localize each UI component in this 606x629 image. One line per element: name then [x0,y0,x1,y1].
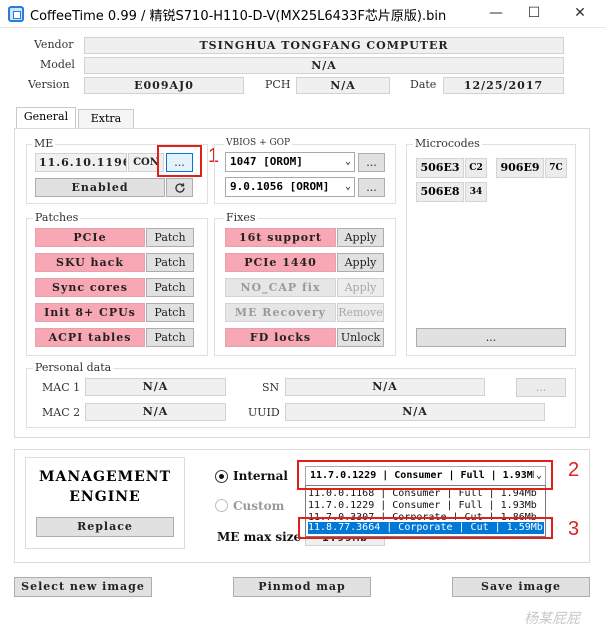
vbios-browse-button[interactable]: ... [358,153,385,172]
version-field: E009AJ0 [84,77,244,94]
vendor-field: TSINGHUA TONGFANG COMPUTER [84,37,564,54]
me-refresh-button[interactable] [166,178,193,197]
mac2-label: MAC 2 [42,406,81,419]
gop-select-value: 9.0.1056 [OROM] [230,180,330,193]
microcode-item-sub: 34 [465,182,487,202]
annotation-number-3: 3 [568,518,580,540]
date-field: 12/25/2017 [443,77,564,94]
personal-data-title: Personal data [33,361,114,374]
mac2-field: N/A [85,403,226,421]
fix-button: Apply [337,278,384,297]
fix-button[interactable]: Apply [337,228,384,247]
window-title: CoffeeTime 0.99 / 精锐S710-H110-D-V(MX25L6… [30,9,447,24]
microcode-item-sub: 7C [545,158,567,178]
pch-field: N/A [296,77,390,94]
fix-button[interactable]: Apply [337,253,384,272]
pinmod-map-button[interactable]: Pinmod map [233,577,371,597]
annotation-number-2: 2 [568,459,580,481]
mac1-label: MAC 1 [42,381,81,394]
personal-more-button: ... [516,378,566,397]
patch-name: Sync cores [35,278,145,297]
fix-name: PCIe 1440 [225,253,336,272]
date-label: Date [410,78,437,91]
vbios-select-value: 1047 [OROM] [230,155,303,168]
gop-select[interactable]: 9.0.1056 [OROM] ⌄ [225,177,355,197]
custom-label: Custom [233,499,285,513]
microcode-item[interactable]: 906E9 [496,158,544,178]
me-engine-title-2: ENGINE [69,489,141,505]
annotation-box-3 [298,517,553,539]
fix-name: ME Recovery [225,303,336,322]
me-group-title: ME [32,137,56,150]
microcodes-group-title: Microcodes [413,137,482,150]
me-engine-title-1: MANAGEMENT [38,469,172,485]
save-image-button[interactable]: Save image [452,577,590,597]
gop-browse-button[interactable]: ... [358,178,385,197]
sn-field: N/A [285,378,485,396]
fix-name: 16t support [225,228,336,247]
maximize-button[interactable]: ☐ [516,0,552,28]
minimize-button[interactable]: — [478,0,514,28]
tab-general[interactable]: General [16,107,76,129]
version-label: Version [28,78,70,91]
fixes-group-title: Fixes [224,211,258,224]
mac1-field: N/A [85,378,226,396]
uuid-field: N/A [285,403,545,421]
custom-radio [215,499,228,512]
watermark: 杨某屁屁 [524,611,580,627]
microcode-item[interactable]: 506E8 [416,182,464,202]
vbios-group-title: VBIOS + GOP [224,138,293,148]
pch-label: PCH [265,78,291,91]
tab-extra[interactable]: Extra [78,109,134,129]
annotation-box-2 [297,460,553,490]
select-new-image-button[interactable]: Select new image [14,577,152,597]
sn-label: SN [262,381,280,394]
patch-button[interactable]: Patch [146,278,194,297]
microcode-item-sub: C2 [465,158,487,178]
replace-button[interactable]: Replace [36,517,174,537]
max-size-label: ME max size [217,530,302,544]
fix-button: Remove [337,303,384,322]
fix-name: NO_CAP fix [225,278,336,297]
microcodes-more-button[interactable]: ... [416,328,566,347]
patch-button[interactable]: Patch [146,328,194,347]
vbios-select[interactable]: 1047 [OROM] ⌄ [225,152,355,172]
title-bar: CoffeeTime 0.99 / 精锐S710-H110-D-V(MX25L6… [0,0,606,28]
patch-name: SKU hack [35,253,145,272]
refresh-icon [174,183,185,193]
vendor-label: Vendor [34,38,74,51]
fix-name: FD locks [225,328,336,347]
patch-button[interactable]: Patch [146,303,194,322]
chevron-down-icon: ⌄ [344,181,351,192]
close-button[interactable]: ✕ [562,0,598,28]
patches-group-title: Patches [33,211,81,224]
internal-label[interactable]: Internal [233,469,288,483]
fix-button[interactable]: Unlock [337,328,384,347]
dropdown-option[interactable]: 11.7.0.1229 | Consumer | Full | 1.93Mb [308,500,537,512]
model-label: Model [40,58,75,71]
model-field: N/A [84,57,564,74]
me-version-field: 11.6.10.1196 [35,153,127,172]
patch-name: ACPI tables [35,328,145,347]
patch-button[interactable]: Patch [146,253,194,272]
me-enabled-button[interactable]: Enabled [35,178,165,197]
microcode-item[interactable]: 506E3 [416,158,464,178]
annotation-box-1 [157,145,202,177]
internal-radio[interactable] [215,470,228,483]
patch-name: PCIe [35,228,145,247]
app-icon [8,6,24,22]
uuid-label: UUID [248,406,280,419]
chevron-down-icon: ⌄ [344,156,351,167]
patch-button[interactable]: Patch [146,228,194,247]
patch-name: Init 8+ CPUs [35,303,145,322]
